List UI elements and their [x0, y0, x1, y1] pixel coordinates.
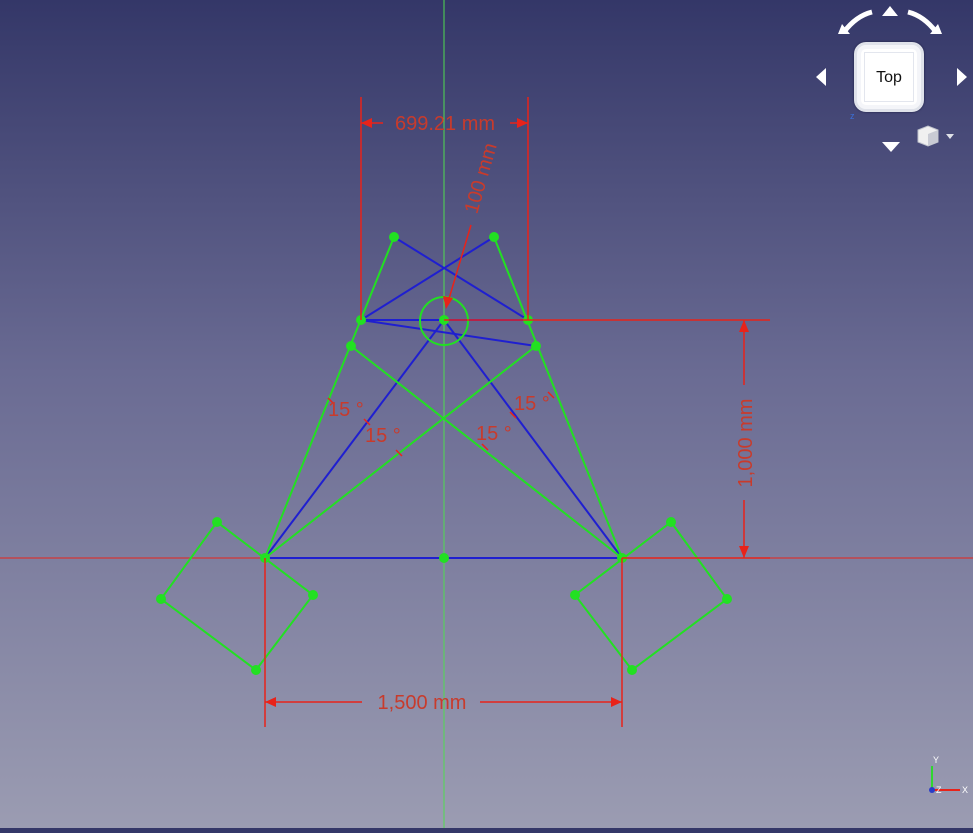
- point: [251, 665, 261, 675]
- point: [531, 341, 541, 351]
- cube-face-label: Top: [876, 69, 902, 86]
- point: [212, 517, 222, 527]
- rotate-down-icon[interactable]: [882, 142, 900, 152]
- left-leg: [264, 236, 395, 559]
- point: [308, 590, 318, 600]
- left-foot-square: [159, 520, 315, 672]
- svg-text:Y: Y: [933, 755, 939, 765]
- dimension-height: 1,000 mm: [735, 399, 757, 488]
- right-foot-square: [573, 520, 729, 672]
- dimension-base-width: 1,500 mm: [378, 692, 467, 714]
- svg-text:Z: Z: [936, 785, 942, 795]
- point: [156, 594, 166, 604]
- cube-face-top[interactable]: Top: [854, 42, 924, 112]
- angle-right-inner: 15 °: [476, 423, 512, 445]
- dimension-circle-diameter: 100 mm: [461, 141, 502, 217]
- construction-line-cross-1: [393, 236, 529, 321]
- svg-text:X: X: [962, 785, 968, 795]
- dimension-top-width: 699.21 mm: [395, 113, 495, 135]
- orbit-arrow-icon[interactable]: [834, 4, 946, 38]
- construction-line-cross-2: [360, 236, 495, 321]
- angle-left-inner: 15 °: [365, 425, 401, 447]
- cube-menu-icon[interactable]: [914, 124, 958, 148]
- point: [570, 590, 580, 600]
- navigation-cube[interactable]: Top z: [810, 0, 973, 160]
- axis-triad: Y Z X: [929, 755, 968, 795]
- point: [439, 553, 449, 563]
- angle-right-outer: 15 °: [514, 393, 550, 415]
- point: [666, 517, 676, 527]
- point: [389, 232, 399, 242]
- point: [627, 665, 637, 675]
- point: [722, 594, 732, 604]
- construction-line-cross-3: [360, 319, 537, 347]
- navcube-axis-label: z: [850, 111, 855, 121]
- rotate-left-icon[interactable]: [816, 68, 828, 86]
- svg-text:z: z: [850, 111, 855, 121]
- point: [346, 341, 356, 351]
- point: [489, 232, 499, 242]
- rotate-right-icon[interactable]: [955, 68, 967, 86]
- angle-left-outer: 15 °: [328, 399, 364, 421]
